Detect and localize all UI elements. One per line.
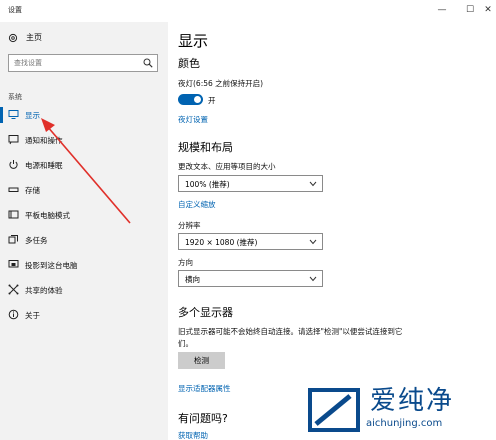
orientation-label: 方向 [178,258,193,267]
chevron-down-icon [309,181,317,187]
sidebar-item-shared-experiences[interactable]: 共享的体验 [0,279,168,301]
chat-icon [8,134,19,145]
scale-value: 100% (推荐) [185,180,230,189]
detect-button[interactable]: 检测 [178,352,225,369]
toggle-knob [194,96,201,103]
sidebar-item-notifications[interactable]: 通知和操作 [0,129,168,151]
sidebar-item-storage[interactable]: 存储 [0,179,168,201]
sidebar-item-about[interactable]: 关于 [0,304,168,326]
info-icon [8,309,19,320]
main-content: 显示 颜色 夜灯(6:56 之前保持开启) 开 夜灯设置 规模和布局 更改文本、… [168,22,496,440]
sidebar-item-label: 投影到这台电脑 [25,261,78,270]
orientation-value: 横向 [185,275,200,284]
home-label: 主页 [26,33,42,42]
drive-icon [8,184,19,195]
sidebar-item-project[interactable]: 投影到这台电脑 [0,254,168,276]
sidebar-item-power[interactable]: 电源和睡眠 [0,154,168,176]
multi-display-description: 旧式显示器可能不会始终自动连接。请选择"检测"以便尝试连接到它 [178,327,403,336]
layout-heading: 规模和布局 [178,141,233,154]
share-icon [8,284,19,295]
get-help-link[interactable]: 获取帮助 [178,430,208,440]
resolution-label: 分辨率 [178,221,201,230]
power-icon [8,159,19,170]
sidebar-item-label: 平板电脑模式 [25,211,70,220]
search-input[interactable] [9,55,139,71]
scale-dropdown[interactable]: 100% (推荐) [178,175,323,192]
multi-display-heading: 多个显示器 [178,306,233,319]
sidebar-item-multitasking[interactable]: 多任务 [0,229,168,251]
sidebar-item-label: 电源和睡眠 [25,161,63,170]
scale-label: 更改文本、应用等项目的大小 [178,162,276,171]
tablet-icon [8,209,19,220]
window-title: 设置 [8,6,22,14]
close-button[interactable]: ✕ [480,0,496,20]
project-icon [8,259,19,270]
chevron-down-icon [309,276,317,282]
multi-display-description-cont: 们。 [178,339,193,348]
sidebar-item-label: 关于 [25,311,40,320]
multitask-icon [8,234,19,245]
color-heading: 颜色 [178,57,200,70]
resolution-dropdown[interactable]: 1920 × 1080 (推荐) [178,233,323,250]
display-adapter-properties-link[interactable]: 显示适配器属性 [178,383,231,394]
night-light-toggle[interactable] [178,94,203,105]
sidebar-item-label: 显示 [25,111,40,120]
sidebar-item-label: 共享的体验 [25,286,63,295]
sidebar-item-label: 通知和操作 [25,136,63,145]
search-icon[interactable] [143,58,153,68]
sidebar-item-label: 多任务 [25,236,48,245]
watermark-name: 爱纯净 [370,386,455,416]
sidebar-item-display[interactable]: 显示 [0,104,168,126]
resolution-value: 1920 × 1080 (推荐) [185,238,258,247]
gear-icon [8,33,18,42]
custom-scaling-link[interactable]: 自定义缩放 [178,199,216,210]
page-title: 显示 [178,32,209,50]
night-light-settings-link[interactable]: 夜灯设置 [178,114,208,125]
watermark-url: aichunjing.com [366,418,443,429]
sidebar: 主页 系统 显示 通知和操作 电源和睡眠 存储 [0,22,168,440]
watermark-logo-icon [308,388,360,432]
question-heading: 有问题吗? [178,412,228,425]
watermark: 爱纯净 aichunjing.com [298,380,496,440]
night-light-state: 开 [208,96,216,105]
night-light-label: 夜灯(6:56 之前保持开启) [178,79,264,88]
minimize-button[interactable]: — [428,0,456,20]
title-bar: 设置 — ☐ ✕ [0,0,496,22]
section-label-system: 系统 [8,93,22,101]
sidebar-item-label: 存储 [25,186,40,195]
chevron-down-icon [309,239,317,245]
sidebar-item-tablet-mode[interactable]: 平板电脑模式 [0,204,168,226]
home-link[interactable]: 主页 [8,32,42,43]
monitor-icon [8,109,19,120]
orientation-dropdown[interactable]: 横向 [178,270,323,287]
search-box[interactable] [8,54,158,72]
